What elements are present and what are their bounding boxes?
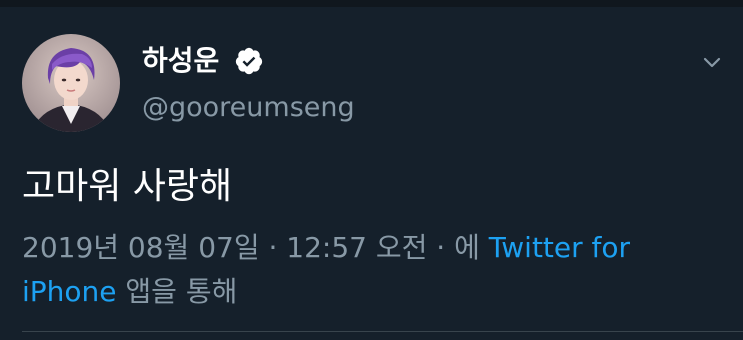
user-handle[interactable]: @gooreumseng <box>142 90 355 126</box>
via-suffix: 앱을 통해 <box>116 275 238 308</box>
tweet-timestamp[interactable]: 2019년 08월 07일 · 12:57 오전 · <box>22 231 454 264</box>
verified-badge-icon <box>234 46 264 76</box>
tweet-text: 고마워 사랑해 <box>22 166 233 207</box>
chevron-down-icon[interactable] <box>700 50 724 74</box>
tweet-meta: 2019년 08월 07일 · 12:57 오전 · 에 Twitter for… <box>22 226 682 314</box>
top-strip <box>0 0 743 7</box>
avatar[interactable] <box>22 34 120 132</box>
display-name[interactable]: 하성운 <box>142 44 219 78</box>
divider <box>22 331 743 332</box>
via-prefix: 에 <box>454 231 489 264</box>
avatar-image <box>22 34 120 132</box>
